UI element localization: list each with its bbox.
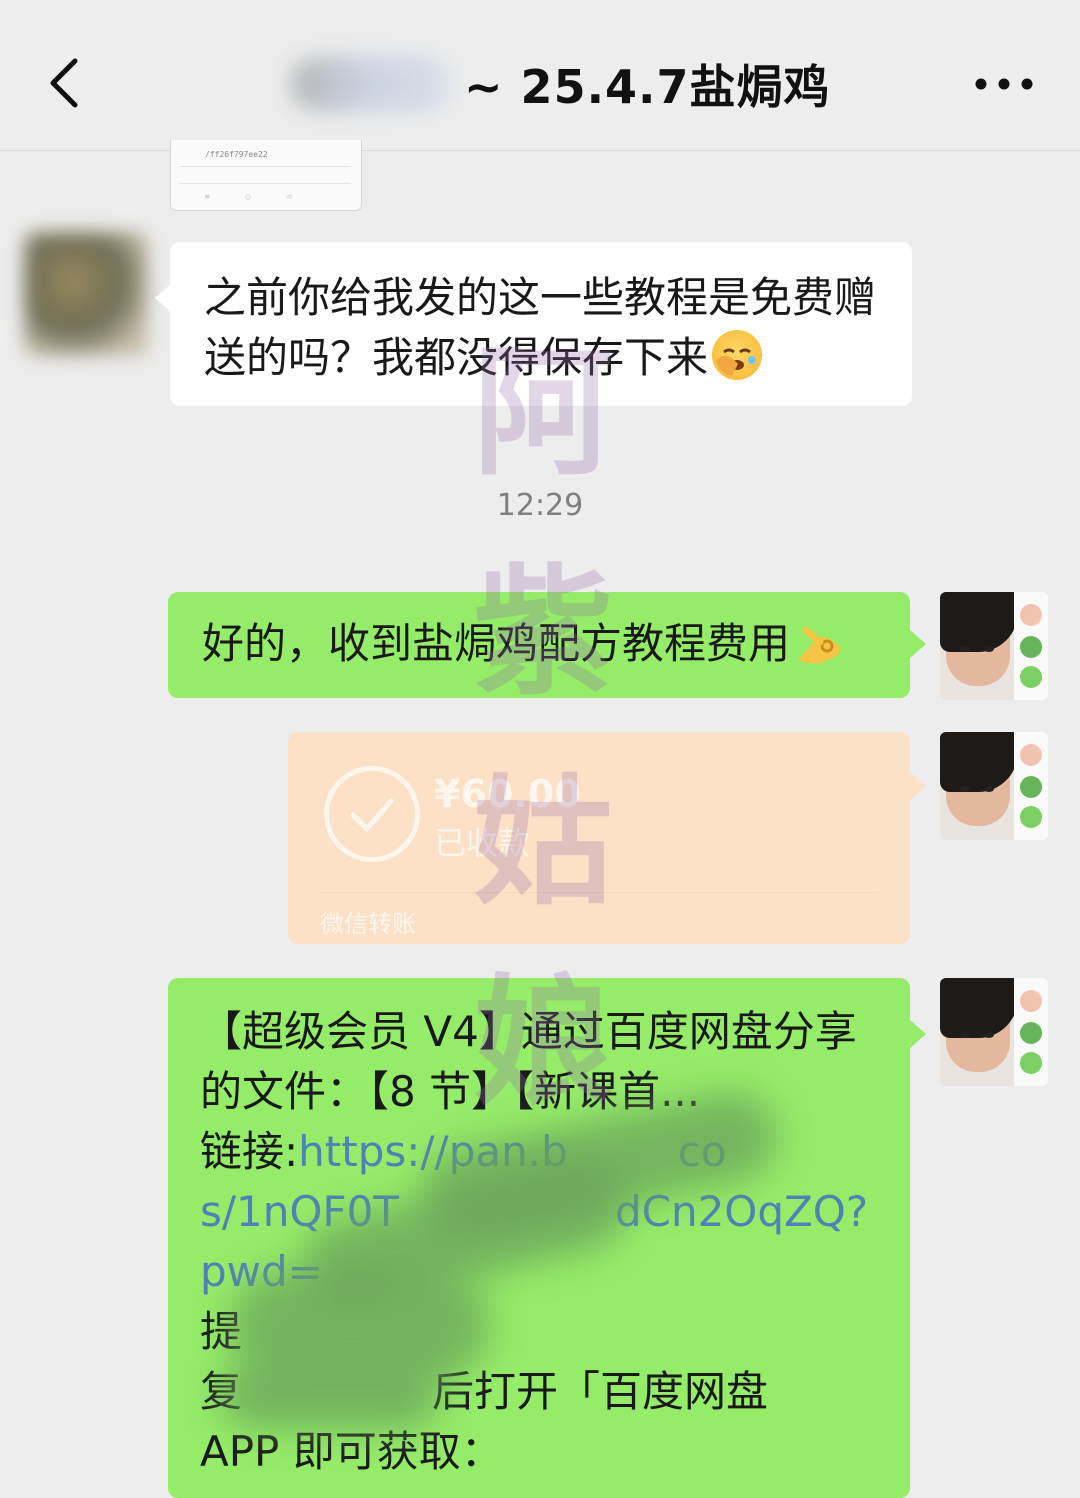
share-line-2: 的文件：【8 节】【新课首... — [200, 1067, 701, 1116]
wechat-transfer-card[interactable]: ¥60.00 已收款 微信转账 — [288, 732, 910, 944]
ok-hand-emoji — [794, 616, 844, 666]
chevron-left-icon — [50, 58, 78, 108]
bubble-tail — [155, 284, 171, 312]
bubble-tail — [910, 630, 926, 658]
contact-avatar[interactable] — [24, 232, 148, 356]
transfer-label: 微信转账 — [320, 910, 416, 938]
image-message-thumbnail[interactable]: /ff26f797ee22 ≡○◁ — [170, 140, 362, 211]
my-avatar[interactable] — [940, 732, 1048, 840]
chat-header: ~ 25.4.7盐焗鸡 — [0, 0, 1080, 151]
thumbnail-nav-dots: ≡○◁ — [204, 192, 328, 201]
redaction-blur — [220, 1360, 440, 1430]
thumbnail-input-bar — [179, 166, 351, 184]
transfer-status: 已收款 — [434, 824, 531, 862]
more-dots-icon — [975, 78, 1033, 90]
incoming-message-bubble[interactable]: 之前你给我发的这一些教程是免费赠送的吗？我都没得保存下来 — [170, 242, 912, 406]
outgoing-message-bubble[interactable]: 好的，收到盐焗鸡配方教程费用 — [168, 592, 910, 698]
message-text: 好的，收到盐焗鸡配方教程费用 — [202, 619, 791, 668]
check-circle-icon — [324, 766, 420, 862]
bubble-tail — [910, 772, 926, 800]
my-avatar[interactable] — [940, 978, 1048, 1086]
my-avatar[interactable] — [940, 592, 1048, 700]
message-text: 之前你给我发的这一些教程是免费赠送的吗？我都没得保存下来 — [204, 273, 877, 382]
share-line-8: APP 即可获取： — [200, 1427, 503, 1476]
chat-title-text: ~ 25.4.7盐焗鸡 — [464, 60, 831, 114]
blurred-contact-name — [290, 56, 450, 112]
message-timestamp: 12:29 — [496, 488, 584, 523]
chat-title: ~ 25.4.7盐焗鸡 — [290, 52, 831, 116]
instruction-tail: 后打开「百度网盘 — [432, 1367, 769, 1416]
share-line-1: 【超级会员 V4】通过百度网盘分享 — [200, 1007, 857, 1056]
transfer-divider — [318, 892, 878, 893]
more-button[interactable] — [968, 58, 1040, 110]
face-palm-crying-emoji — [712, 330, 763, 380]
back-button[interactable] — [28, 48, 98, 118]
bubble-tail — [910, 1020, 926, 1048]
thumbnail-url-text: /ff26f797ee22 — [205, 150, 268, 159]
link-label: 链接: — [200, 1127, 299, 1176]
transfer-amount: ¥60.00 — [434, 772, 581, 816]
